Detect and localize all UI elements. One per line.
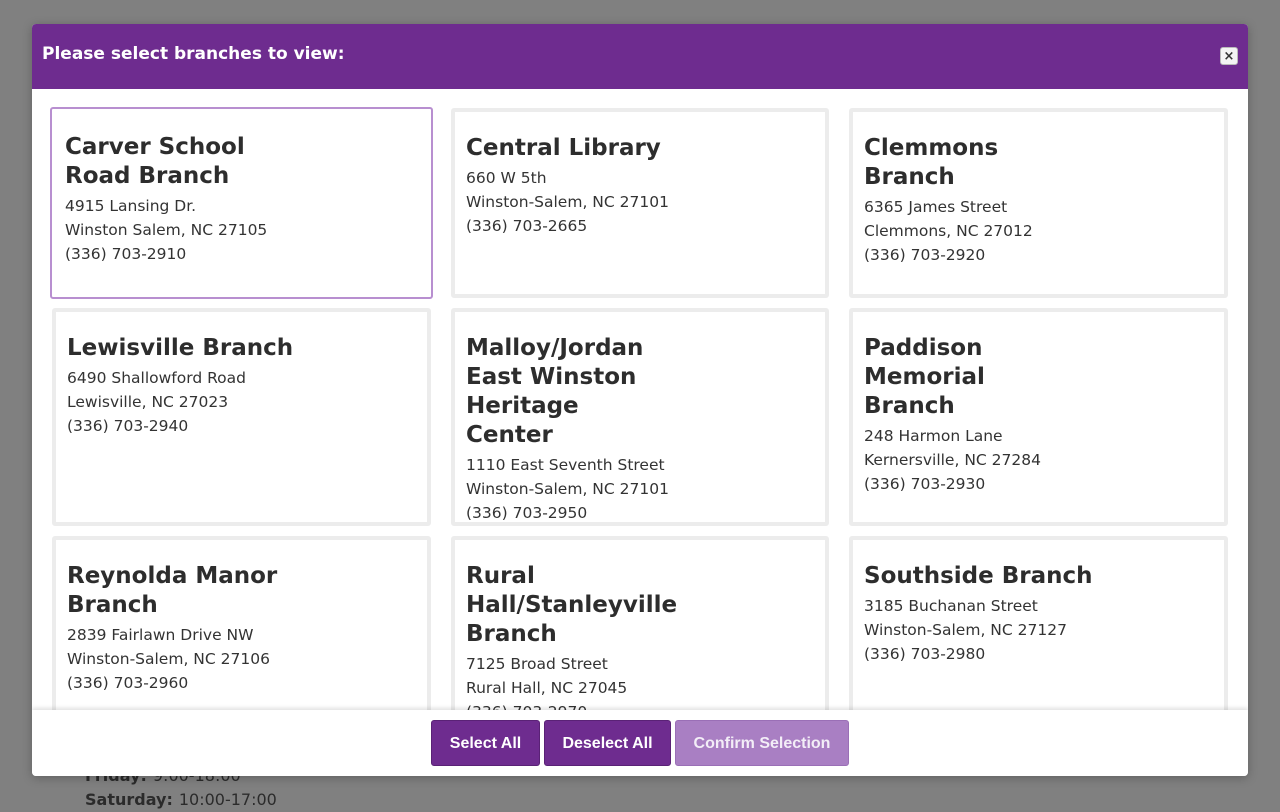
branch-phone: (336) 703-2940 bbox=[67, 417, 189, 435]
branch-city: Lewisville, NC 27023 bbox=[67, 393, 229, 411]
branch-card-paddison-memorial[interactable]: Paddison Memorial Branch 248 Harmon Lane… bbox=[849, 308, 1228, 526]
branch-address: 1110 East Seventh Street bbox=[466, 456, 665, 474]
branch-city: Winston-Salem, NC 27101 bbox=[466, 480, 669, 498]
close-icon[interactable]: × bbox=[1220, 47, 1238, 65]
branch-city: Rural Hall, NC 27045 bbox=[466, 679, 628, 697]
branch-address: 2839 Fairlawn Drive NW bbox=[67, 626, 254, 644]
branch-address: 6365 James Street bbox=[864, 198, 1008, 216]
modal-footer: Select All Deselect All Confirm Selectio… bbox=[32, 710, 1248, 776]
branch-card-carver-school-road[interactable]: Carver School Road Branch 4915 Lansing D… bbox=[50, 107, 433, 299]
branch-address: 248 Harmon Lane bbox=[864, 427, 1003, 445]
branch-city: Winston-Salem, NC 27106 bbox=[67, 650, 270, 668]
confirm-selection-button[interactable]: Confirm Selection bbox=[675, 720, 849, 766]
deselect-all-button[interactable]: Deselect All bbox=[544, 720, 671, 766]
branch-card-malloy-jordan[interactable]: Malloy/Jordan East Winston Heritage Cent… bbox=[451, 308, 829, 526]
branch-name: Southside Branch bbox=[864, 563, 1093, 589]
branch-name: Clemmons Branch bbox=[864, 135, 999, 190]
branch-phone: (336) 703-2960 bbox=[67, 674, 189, 692]
modal-header: Please select branches to view: × bbox=[32, 24, 1248, 89]
branch-address: 7125 Broad Street bbox=[466, 655, 608, 673]
branch-phone: (336) 703-2665 bbox=[466, 217, 588, 235]
branch-card-lewisville[interactable]: Lewisville Branch 6490 Shallowford Road … bbox=[52, 308, 431, 526]
branch-name: Reynolda Manor Branch bbox=[67, 563, 278, 618]
hours-row: Saturday: 10:00-17:00 bbox=[85, 788, 277, 812]
branch-name: Lewisville Branch bbox=[67, 335, 294, 361]
branch-city: Winston-Salem, NC 27101 bbox=[466, 193, 669, 211]
branch-address: 3185 Buchanan Street bbox=[864, 597, 1038, 615]
branch-select-modal: Please select branches to view: × Carver… bbox=[32, 24, 1248, 776]
branch-name: Carver School Road Branch bbox=[65, 134, 245, 189]
branch-card-reynolda-manor[interactable]: Reynolda Manor Branch 2839 Fairlawn Driv… bbox=[52, 536, 431, 710]
select-all-button[interactable]: Select All bbox=[431, 720, 540, 766]
branch-card-central-library[interactable]: Central Library 660 W 5th Winston-Salem,… bbox=[451, 108, 829, 298]
branch-address: 4915 Lansing Dr. bbox=[65, 197, 197, 215]
branch-phone: (336) 703-2910 bbox=[65, 245, 187, 263]
branch-name: Rural Hall/Stanleyville Branch bbox=[466, 563, 678, 647]
branch-phone: (336) 703-2980 bbox=[864, 645, 986, 663]
branch-address: 6490 Shallowford Road bbox=[67, 369, 247, 387]
branch-grid: Carver School Road Branch 4915 Lansing D… bbox=[32, 89, 1248, 710]
branch-phone: (336) 703-2930 bbox=[864, 475, 986, 493]
modal-title: Please select branches to view: bbox=[42, 44, 345, 64]
branch-name: Malloy/Jordan East Winston Heritage Cent… bbox=[466, 335, 644, 448]
branch-phone: (336) 703-2920 bbox=[864, 246, 986, 264]
branch-card-southside[interactable]: Southside Branch 3185 Buchanan Street Wi… bbox=[849, 536, 1228, 710]
branch-address: 660 W 5th bbox=[466, 169, 547, 187]
branch-city: Winston Salem, NC 27105 bbox=[65, 221, 268, 239]
branch-name: Central Library bbox=[466, 135, 661, 161]
branch-phone: (336) 703-2950 bbox=[466, 504, 588, 522]
branch-phone: (336) 703-2970 bbox=[466, 700, 813, 710]
branch-card-clemmons[interactable]: Clemmons Branch 6365 James Street Clemmo… bbox=[849, 108, 1228, 298]
branch-name: Paddison Memorial Branch bbox=[864, 335, 985, 419]
branch-card-rural-hall[interactable]: Rural Hall/Stanleyville Branch 7125 Broa… bbox=[451, 536, 829, 710]
branch-city: Winston-Salem, NC 27127 bbox=[864, 621, 1067, 639]
branch-city: Kernersville, NC 27284 bbox=[864, 451, 1041, 469]
branch-city: Clemmons, NC 27012 bbox=[864, 222, 1033, 240]
